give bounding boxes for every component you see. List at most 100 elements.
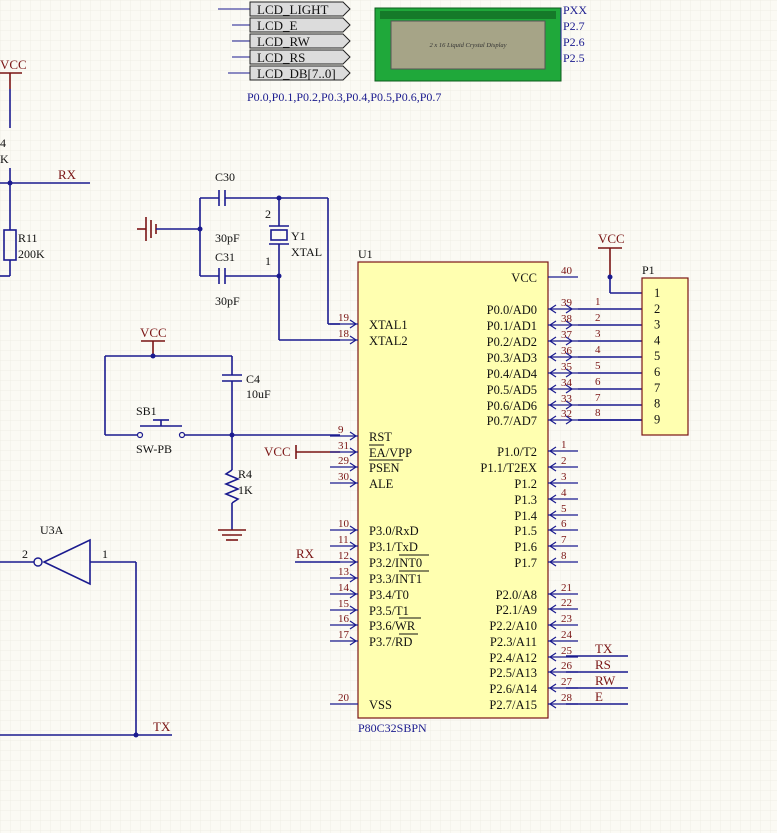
u1-pin-name: P2.2/A10 [489,619,537,633]
port-lcd-db-label: LCD_DB[7..0] [257,66,336,81]
u1-pin-name: P3.1/TxD [369,540,418,554]
u1-pin-name: P0.5/AD5 [487,383,537,397]
p1-pin-7: 7 [654,381,660,395]
u1-pin-number: 4 [561,487,567,499]
p0-bus-number: 8 [595,407,601,419]
port-lcd-light-label: LCD_LIGHT [257,2,329,17]
u1-pin-name: P3.7/RD [369,635,412,649]
u1-pin-number: 22 [561,597,572,609]
u1-pin-number: 10 [338,518,350,530]
y1-pin1: 1 [265,254,271,268]
u3a-pin-out: 2 [22,547,28,561]
p1-pin-5: 5 [654,349,660,363]
lcd-bus-label: P0.0,P0.1,P0.2,P0.3,P0.4,P0.5,P0.6,P0.7 [247,90,441,104]
u1-pin-name: P0.3/AD3 [487,351,537,365]
u1-pin-name: P1.5 [514,524,537,538]
c31-value: 30pF [215,294,240,308]
port-lcd-rs[interactable]: LCD_RS [232,49,351,65]
u1-pin-name: P2.4/A12 [489,651,537,665]
p1-pin-4: 4 [654,333,661,347]
u1-pin-name: P0.4/AD4 [487,367,538,381]
sb1-value: SW-PB [136,442,172,456]
u1-pin-name: P3.5/T1 [369,604,409,618]
port-lcd-e-label: LCD_E [257,18,298,33]
u1-part: P80C32SBPN [358,721,427,735]
u1-pin-name: XTAL2 [369,334,408,348]
u1-pin-name: P3.4/T0 [369,588,409,602]
p1-pin-labels: 1 2 34 5 6 7 89 [654,286,661,426]
port-lcd-rw[interactable]: LCD_RW [232,33,351,49]
u1-pin-name: P1.1/T2EX [480,461,537,475]
vcc-label-u1: VCC [598,231,625,246]
p0-bus-number: 4 [595,344,601,356]
u1-ref: U1 [358,247,373,261]
u1-pin-number: 1 [561,439,567,451]
p1-pin-1: 1 [654,286,660,300]
u1-pin-name: P2.6/A14 [489,682,537,696]
c4-value: 10uF [246,387,271,401]
net-rs: RS [595,657,611,672]
u1-pin-number: 39 [561,297,573,309]
partial-resistor-value: K [0,152,9,166]
u1-pin-number: 7 [561,534,567,546]
u1-pin-name: P3.3/INT1 [369,572,422,586]
y1-ref: Y1 [291,229,306,243]
schematic-canvas: LCD_LIGHT LCD_E LCD_RW LCD_RS LCD_DB[7..… [0,0,777,833]
u3a-ref: U3A [40,523,64,537]
lcd-pin-p26: P2.6 [563,35,585,49]
u1-pin-name: P1.6 [514,540,537,554]
r11-value: 200K [18,247,45,261]
u1-pin-number: 26 [561,660,573,672]
p0-bus-number: 7 [595,392,601,404]
u1-pin-number: 24 [561,629,573,641]
p0-bus-number: 3 [595,328,601,340]
u1-pin-name: P1.7 [514,556,537,570]
port-lcd-rw-label: LCD_RW [257,34,310,49]
u1-pin-name: EA/VPP [369,446,412,460]
u1-pin-number: 6 [561,518,567,530]
net-tx-p24: TX [595,641,613,656]
u1-pin-number: 19 [338,312,350,324]
sb1-ref: SB1 [136,404,157,418]
u1-pin-number: 17 [338,629,350,641]
u1-pin-number: 23 [561,613,573,625]
u1-pin-name: P1.2 [514,477,537,491]
u1-pin-number: 37 [561,329,573,341]
p0-bus-number: 2 [595,312,601,324]
p0-bus-number: 6 [595,376,601,388]
p1-pin-3: 3 [654,318,660,332]
y1-value: XTAL [291,245,322,259]
u1-pin-number: 40 [561,265,573,277]
r4-value: 1K [238,483,253,497]
partial-resistor-ref: 4 [0,136,6,150]
lcd-screen-text: 2 x 16 Liquid Crystal Display [429,42,506,49]
u1-pin-number: 3 [561,471,567,483]
u1-microcontroller[interactable]: U1 P80C32SBPN 19 XTAL118 XTAL29 RST31 EA/VPP… [330,247,578,735]
u1-pin-name: P0.7/AD7 [487,414,537,428]
c4-ref: C4 [246,372,260,386]
u1-pin-number: 14 [338,582,350,594]
vcc-label-reset: VCC [140,325,167,340]
u1-pin-name: P3.6/WR [369,619,416,633]
u1-pin-name: P3.2/INT0 [369,556,422,570]
u1-pin-number: 38 [561,313,573,325]
u1-pin-number: 35 [561,361,573,373]
u1-pin-name: PSEN [369,461,400,475]
u1-pin-number: 20 [338,692,350,704]
u1-pin-number: 16 [338,613,350,625]
net-tx-left: TX [153,719,171,734]
net-e: E [595,689,603,704]
u1-pin-number: 36 [561,345,573,357]
u1-pin-name: P2.1/A9 [496,603,537,617]
lcd-pin-p25: P2.5 [563,51,585,65]
u1-pin-name: P1.3 [514,493,537,507]
net-rx-left: RX [58,167,77,182]
u1-pin-number: 12 [338,550,349,562]
u1-pin-number: 31 [338,440,349,452]
p1-connector[interactable]: P1 1 2 34 5 6 7 89 [641,263,689,436]
u1-pin-number: 33 [561,393,573,405]
u1-pin-name: P2.5/A13 [489,666,537,680]
port-lcd-e[interactable]: LCD_E [232,17,351,33]
u1-pin-name: P1.0/T2 [497,445,537,459]
u1-pin-name: P0.2/AD2 [487,335,537,349]
